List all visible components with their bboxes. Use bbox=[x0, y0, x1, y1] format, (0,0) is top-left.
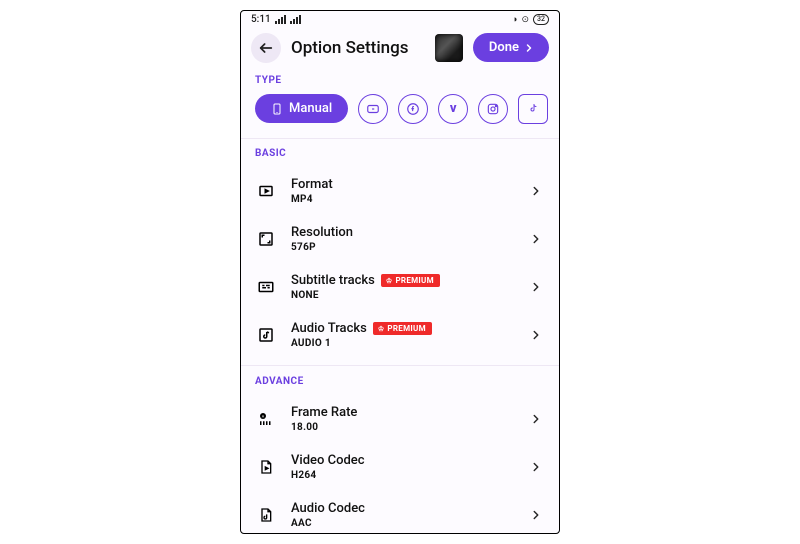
row-value: AAC bbox=[291, 518, 365, 529]
battery-indicator: 32 bbox=[533, 14, 549, 25]
type-option-vimeo[interactable]: v bbox=[438, 94, 468, 124]
type-option-facebook[interactable] bbox=[398, 94, 428, 124]
signal-icon bbox=[275, 15, 286, 24]
row-label: Audio Codec bbox=[291, 501, 365, 516]
row-label: Resolution bbox=[291, 225, 353, 240]
youtube-icon bbox=[366, 102, 380, 116]
arrow-left-icon bbox=[258, 40, 274, 56]
row-value: H264 bbox=[291, 470, 365, 481]
status-bar: 5:11 ◑ ⊙ 32 bbox=[241, 11, 559, 27]
divider bbox=[241, 138, 559, 139]
row-format[interactable]: Format MP4 bbox=[241, 167, 559, 215]
page-title: Option Settings bbox=[291, 38, 409, 58]
section-label-basic: BASIC bbox=[241, 144, 559, 167]
frame-rate-icon: A bbox=[255, 408, 277, 430]
row-value: NONE bbox=[291, 290, 440, 301]
chevron-right-icon bbox=[529, 328, 543, 342]
row-label: Format bbox=[291, 177, 333, 192]
audio-tracks-icon bbox=[255, 324, 277, 346]
row-value: 18.00 bbox=[291, 422, 357, 433]
chevron-right-icon bbox=[523, 42, 535, 54]
premium-badge: ♔PREMIUM bbox=[381, 274, 440, 287]
row-value: AUDIO 1 bbox=[291, 338, 432, 349]
chevron-right-icon bbox=[529, 280, 543, 294]
phone-icon bbox=[271, 102, 283, 116]
status-time: 5:11 bbox=[251, 14, 271, 25]
back-button[interactable] bbox=[251, 33, 281, 63]
row-label: Frame Rate bbox=[291, 405, 357, 420]
row-frame-rate[interactable]: A Frame Rate 18.00 bbox=[241, 395, 559, 443]
row-label: Audio Tracks bbox=[291, 321, 367, 336]
row-subtitle-tracks[interactable]: Subtitle tracks ♔PREMIUM NONE bbox=[241, 263, 559, 311]
facebook-icon bbox=[406, 102, 420, 116]
instagram-icon bbox=[486, 102, 500, 116]
row-audio-tracks[interactable]: Audio Tracks ♔PREMIUM AUDIO 1 bbox=[241, 311, 559, 359]
row-label: Video Codec bbox=[291, 453, 365, 468]
row-label: Subtitle tracks bbox=[291, 273, 375, 288]
premium-badge: ♔PREMIUM bbox=[373, 322, 432, 335]
row-value: MP4 bbox=[291, 194, 333, 205]
signal-icon-2 bbox=[290, 15, 301, 24]
format-icon bbox=[255, 180, 277, 202]
section-label-type: TYPE bbox=[241, 71, 559, 94]
chevron-right-icon bbox=[529, 412, 543, 426]
vimeo-icon: v bbox=[450, 101, 457, 116]
row-value: 576P bbox=[291, 242, 353, 253]
tiktok-icon bbox=[527, 103, 539, 115]
crown-icon: ♔ bbox=[386, 277, 393, 285]
alarm-icon: ⊙ bbox=[521, 15, 529, 25]
divider bbox=[241, 365, 559, 366]
phone-frame: 5:11 ◑ ⊙ 32 Option Settings Done TYPE Ma… bbox=[240, 10, 560, 534]
section-label-advance: ADVANCE bbox=[241, 372, 559, 395]
row-resolution[interactable]: Resolution 576P bbox=[241, 215, 559, 263]
dnd-icon: ◑ bbox=[512, 14, 517, 25]
chevron-right-icon bbox=[529, 232, 543, 246]
type-option-tiktok[interactable] bbox=[518, 94, 548, 124]
type-option-instagram[interactable] bbox=[478, 94, 508, 124]
subtitle-icon bbox=[255, 276, 277, 298]
video-codec-icon bbox=[255, 456, 277, 478]
type-option-manual[interactable]: Manual bbox=[255, 94, 348, 123]
done-label: Done bbox=[489, 40, 519, 55]
row-audio-codec[interactable]: Audio Codec AAC bbox=[241, 491, 559, 533]
chevron-right-icon bbox=[529, 184, 543, 198]
row-video-codec[interactable]: Video Codec H264 bbox=[241, 443, 559, 491]
top-bar: Option Settings Done bbox=[241, 27, 559, 71]
done-button[interactable]: Done bbox=[473, 33, 549, 62]
resolution-icon bbox=[255, 228, 277, 250]
type-option-youtube[interactable] bbox=[358, 94, 388, 124]
type-selector-row: Manual v bbox=[241, 94, 559, 138]
chevron-right-icon bbox=[529, 460, 543, 474]
type-option-label: Manual bbox=[289, 101, 332, 116]
preview-thumbnail[interactable] bbox=[435, 34, 463, 62]
crown-icon: ♔ bbox=[378, 325, 385, 333]
chevron-right-icon bbox=[529, 508, 543, 522]
audio-codec-icon bbox=[255, 504, 277, 526]
